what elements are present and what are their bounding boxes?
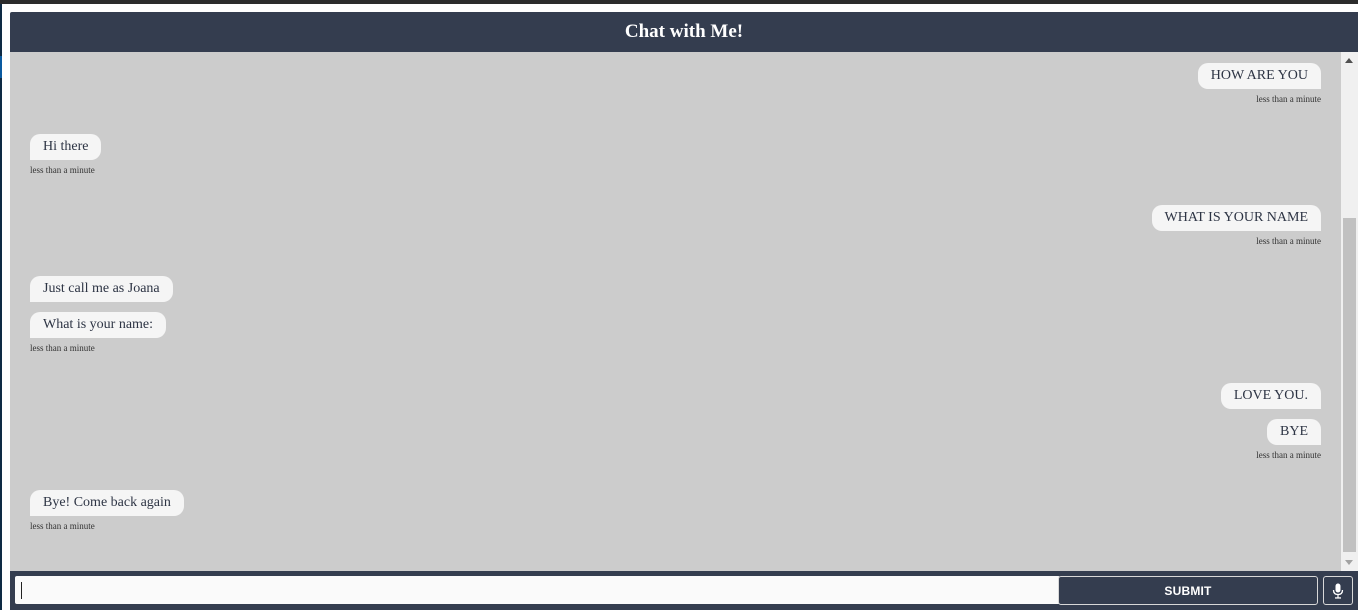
message-user: BYE bbox=[1267, 419, 1321, 445]
text-caret bbox=[21, 582, 22, 599]
message-list: HOW ARE YOU less than a minute Hi there … bbox=[10, 52, 1358, 571]
window-left-edge bbox=[0, 4, 2, 610]
message-timestamp: less than a minute bbox=[30, 521, 95, 531]
composer-bar: SUBMIT bbox=[10, 571, 1358, 610]
microphone-icon bbox=[1332, 583, 1344, 599]
message-timestamp: less than a minute bbox=[1256, 450, 1321, 460]
message-bot: What is your name: bbox=[30, 312, 167, 338]
message-bot: Just call me as Joana bbox=[30, 276, 173, 302]
message-timestamp: less than a minute bbox=[30, 165, 95, 175]
scroll-up-arrow-icon[interactable] bbox=[1345, 58, 1353, 63]
chat-header: Chat with Me! bbox=[10, 12, 1358, 52]
message-scrollbar[interactable] bbox=[1341, 52, 1358, 571]
window-left-accent bbox=[0, 56, 2, 78]
message-timestamp: less than a minute bbox=[30, 343, 95, 353]
message-user: LOVE YOU. bbox=[1220, 383, 1321, 409]
browser-top-strip bbox=[0, 0, 1358, 4]
microphone-button[interactable] bbox=[1323, 576, 1353, 605]
message-bot: Bye! Come back again bbox=[30, 490, 184, 516]
message-user: WHAT IS YOUR NAME bbox=[1151, 205, 1321, 231]
submit-label: SUBMIT bbox=[1164, 583, 1212, 598]
chat-widget: Chat with Me! HOW ARE YOU less than a mi… bbox=[10, 12, 1358, 610]
message-user: HOW ARE YOU bbox=[1197, 63, 1321, 89]
chat-title: Chat with Me! bbox=[624, 21, 744, 42]
message-input[interactable] bbox=[15, 576, 1060, 604]
message-timestamp: less than a minute bbox=[1256, 236, 1321, 246]
submit-button[interactable]: SUBMIT bbox=[1058, 576, 1318, 605]
scroll-down-arrow-icon[interactable] bbox=[1345, 560, 1353, 565]
message-bot: Hi there bbox=[30, 134, 102, 160]
scrollbar-thumb[interactable] bbox=[1343, 218, 1356, 552]
message-timestamp: less than a minute bbox=[1256, 94, 1321, 104]
